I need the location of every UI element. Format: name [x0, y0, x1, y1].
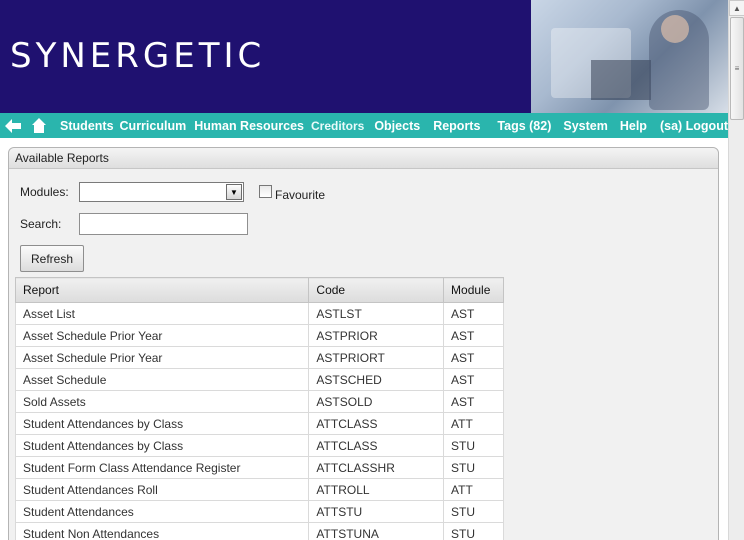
cell-report: Student Form Class Attendance Register	[14, 456, 310, 479]
table-row[interactable]: Asset Schedule Prior Year ASTPRIOR AST	[14, 324, 504, 347]
cell-module: ATT	[443, 478, 504, 501]
cell-module: STU	[443, 434, 504, 457]
main-nav: Students Curriculum Human Resources Cred…	[0, 113, 728, 138]
back-arrow-icon[interactable]	[4, 113, 22, 138]
table-row[interactable]: Student Form Class Attendance Register AT…	[14, 456, 504, 479]
cell-module: AST	[443, 368, 504, 391]
nav-creditors[interactable]: Creditors	[311, 119, 364, 133]
cell-module: ATT	[443, 412, 504, 435]
cell-report: Student Attendances by Class	[14, 434, 310, 457]
column-header-report[interactable]: Report	[14, 277, 310, 303]
cell-code: ASTLST	[308, 302, 445, 325]
cell-report: Asset Schedule	[14, 368, 310, 391]
cell-report: Asset Schedule Prior Year	[14, 324, 310, 347]
cell-module: STU	[443, 456, 504, 479]
table-row[interactable]: Asset Schedule Prior Year ASTPRIORT AST	[14, 346, 504, 369]
banner-photo	[531, 0, 728, 113]
refresh-button[interactable]: Refresh	[20, 245, 84, 272]
table-row[interactable]: Student Non Attendances ATTSTUNA STU	[14, 522, 504, 540]
cell-report: Sold Assets	[14, 390, 310, 413]
scroll-thumb[interactable]: ≡	[730, 17, 744, 120]
favourite-label: Favourite	[275, 188, 326, 202]
column-header-module[interactable]: Module	[443, 277, 504, 303]
table-row[interactable]: Student Attendances Roll ATTROLL ATT	[14, 478, 504, 501]
table-row[interactable]: Student Attendances ATTSTU STU	[14, 500, 504, 523]
cell-code: ATTCLASSHR	[308, 456, 445, 479]
nav-curriculum[interactable]: Curriculum	[120, 119, 187, 133]
nav-logout[interactable]: (sa) Logout	[660, 119, 728, 133]
cell-code: ASTSOLD	[308, 390, 445, 413]
cell-report: Asset List	[14, 302, 310, 325]
table-row[interactable]: Student Attendances by Class ATTCLASS ATT	[14, 412, 504, 435]
cell-module: AST	[443, 390, 504, 413]
nav-system[interactable]: System	[563, 119, 607, 133]
home-icon[interactable]	[30, 113, 47, 138]
cell-module: AST	[443, 324, 504, 347]
nav-help[interactable]: Help	[620, 119, 647, 133]
nav-objects[interactable]: Objects	[374, 119, 420, 133]
column-header-code[interactable]: Code	[308, 277, 445, 303]
table-row[interactable]: Asset List ASTLST AST	[14, 302, 504, 325]
available-reports-panel: Available Reports Modules: ▼ Favourite S…	[8, 147, 719, 540]
vertical-scrollbar[interactable]: ▲ ≡	[728, 0, 744, 540]
cell-code: ATTCLASS	[308, 434, 445, 457]
cell-module: STU	[443, 522, 504, 540]
cell-report: Student Attendances	[14, 500, 310, 523]
cell-code: ATTSTUNA	[308, 522, 445, 540]
table-row[interactable]: Sold Assets ASTSOLD AST	[14, 390, 504, 413]
chevron-down-icon[interactable]: ▼	[226, 184, 242, 200]
cell-code: ATTSTU	[308, 500, 445, 523]
cell-report: Asset Schedule Prior Year	[14, 346, 310, 369]
cell-report: Student Attendances Roll	[14, 478, 310, 501]
table-row[interactable]: Asset Schedule ASTSCHED AST	[14, 368, 504, 391]
nav-reports[interactable]: Reports	[433, 119, 480, 133]
reports-table: Report Code Module Asset List ASTLST AST A…	[14, 277, 504, 540]
cell-code: ATTCLASS	[308, 412, 445, 435]
page: SYNERGETIC Students Curriculum Human Res…	[0, 0, 728, 540]
modules-label: Modules:	[20, 185, 69, 199]
scroll-up-arrow-icon[interactable]: ▲	[729, 0, 744, 16]
cell-code: ASTPRIOR	[308, 324, 445, 347]
header-banner: SYNERGETIC	[0, 0, 728, 113]
cell-report: Student Attendances by Class	[14, 412, 310, 435]
synergetic-logo: SYNERGETIC	[10, 36, 266, 76]
panel-title: Available Reports	[9, 148, 718, 169]
cell-report: Student Non Attendances	[14, 522, 310, 540]
cell-code: ASTSCHED	[308, 368, 445, 391]
cell-module: STU	[443, 500, 504, 523]
table-header-row: Report Code Module	[14, 277, 504, 303]
cell-code: ASTPRIORT	[308, 346, 445, 369]
favourite-checkbox[interactable]	[259, 185, 272, 198]
cell-module: AST	[443, 302, 504, 325]
search-label: Search:	[20, 217, 62, 231]
table-row[interactable]: Student Attendances by Class ATTCLASS STU	[14, 434, 504, 457]
modules-select[interactable]: ▼	[79, 182, 244, 202]
cell-module: AST	[443, 346, 504, 369]
search-input[interactable]	[79, 213, 248, 235]
cell-code: ATTROLL	[308, 478, 445, 501]
nav-human-resources[interactable]: Human Resources	[194, 119, 304, 133]
nav-tags[interactable]: Tags (82)	[497, 119, 551, 133]
nav-students[interactable]: Students	[60, 119, 113, 133]
